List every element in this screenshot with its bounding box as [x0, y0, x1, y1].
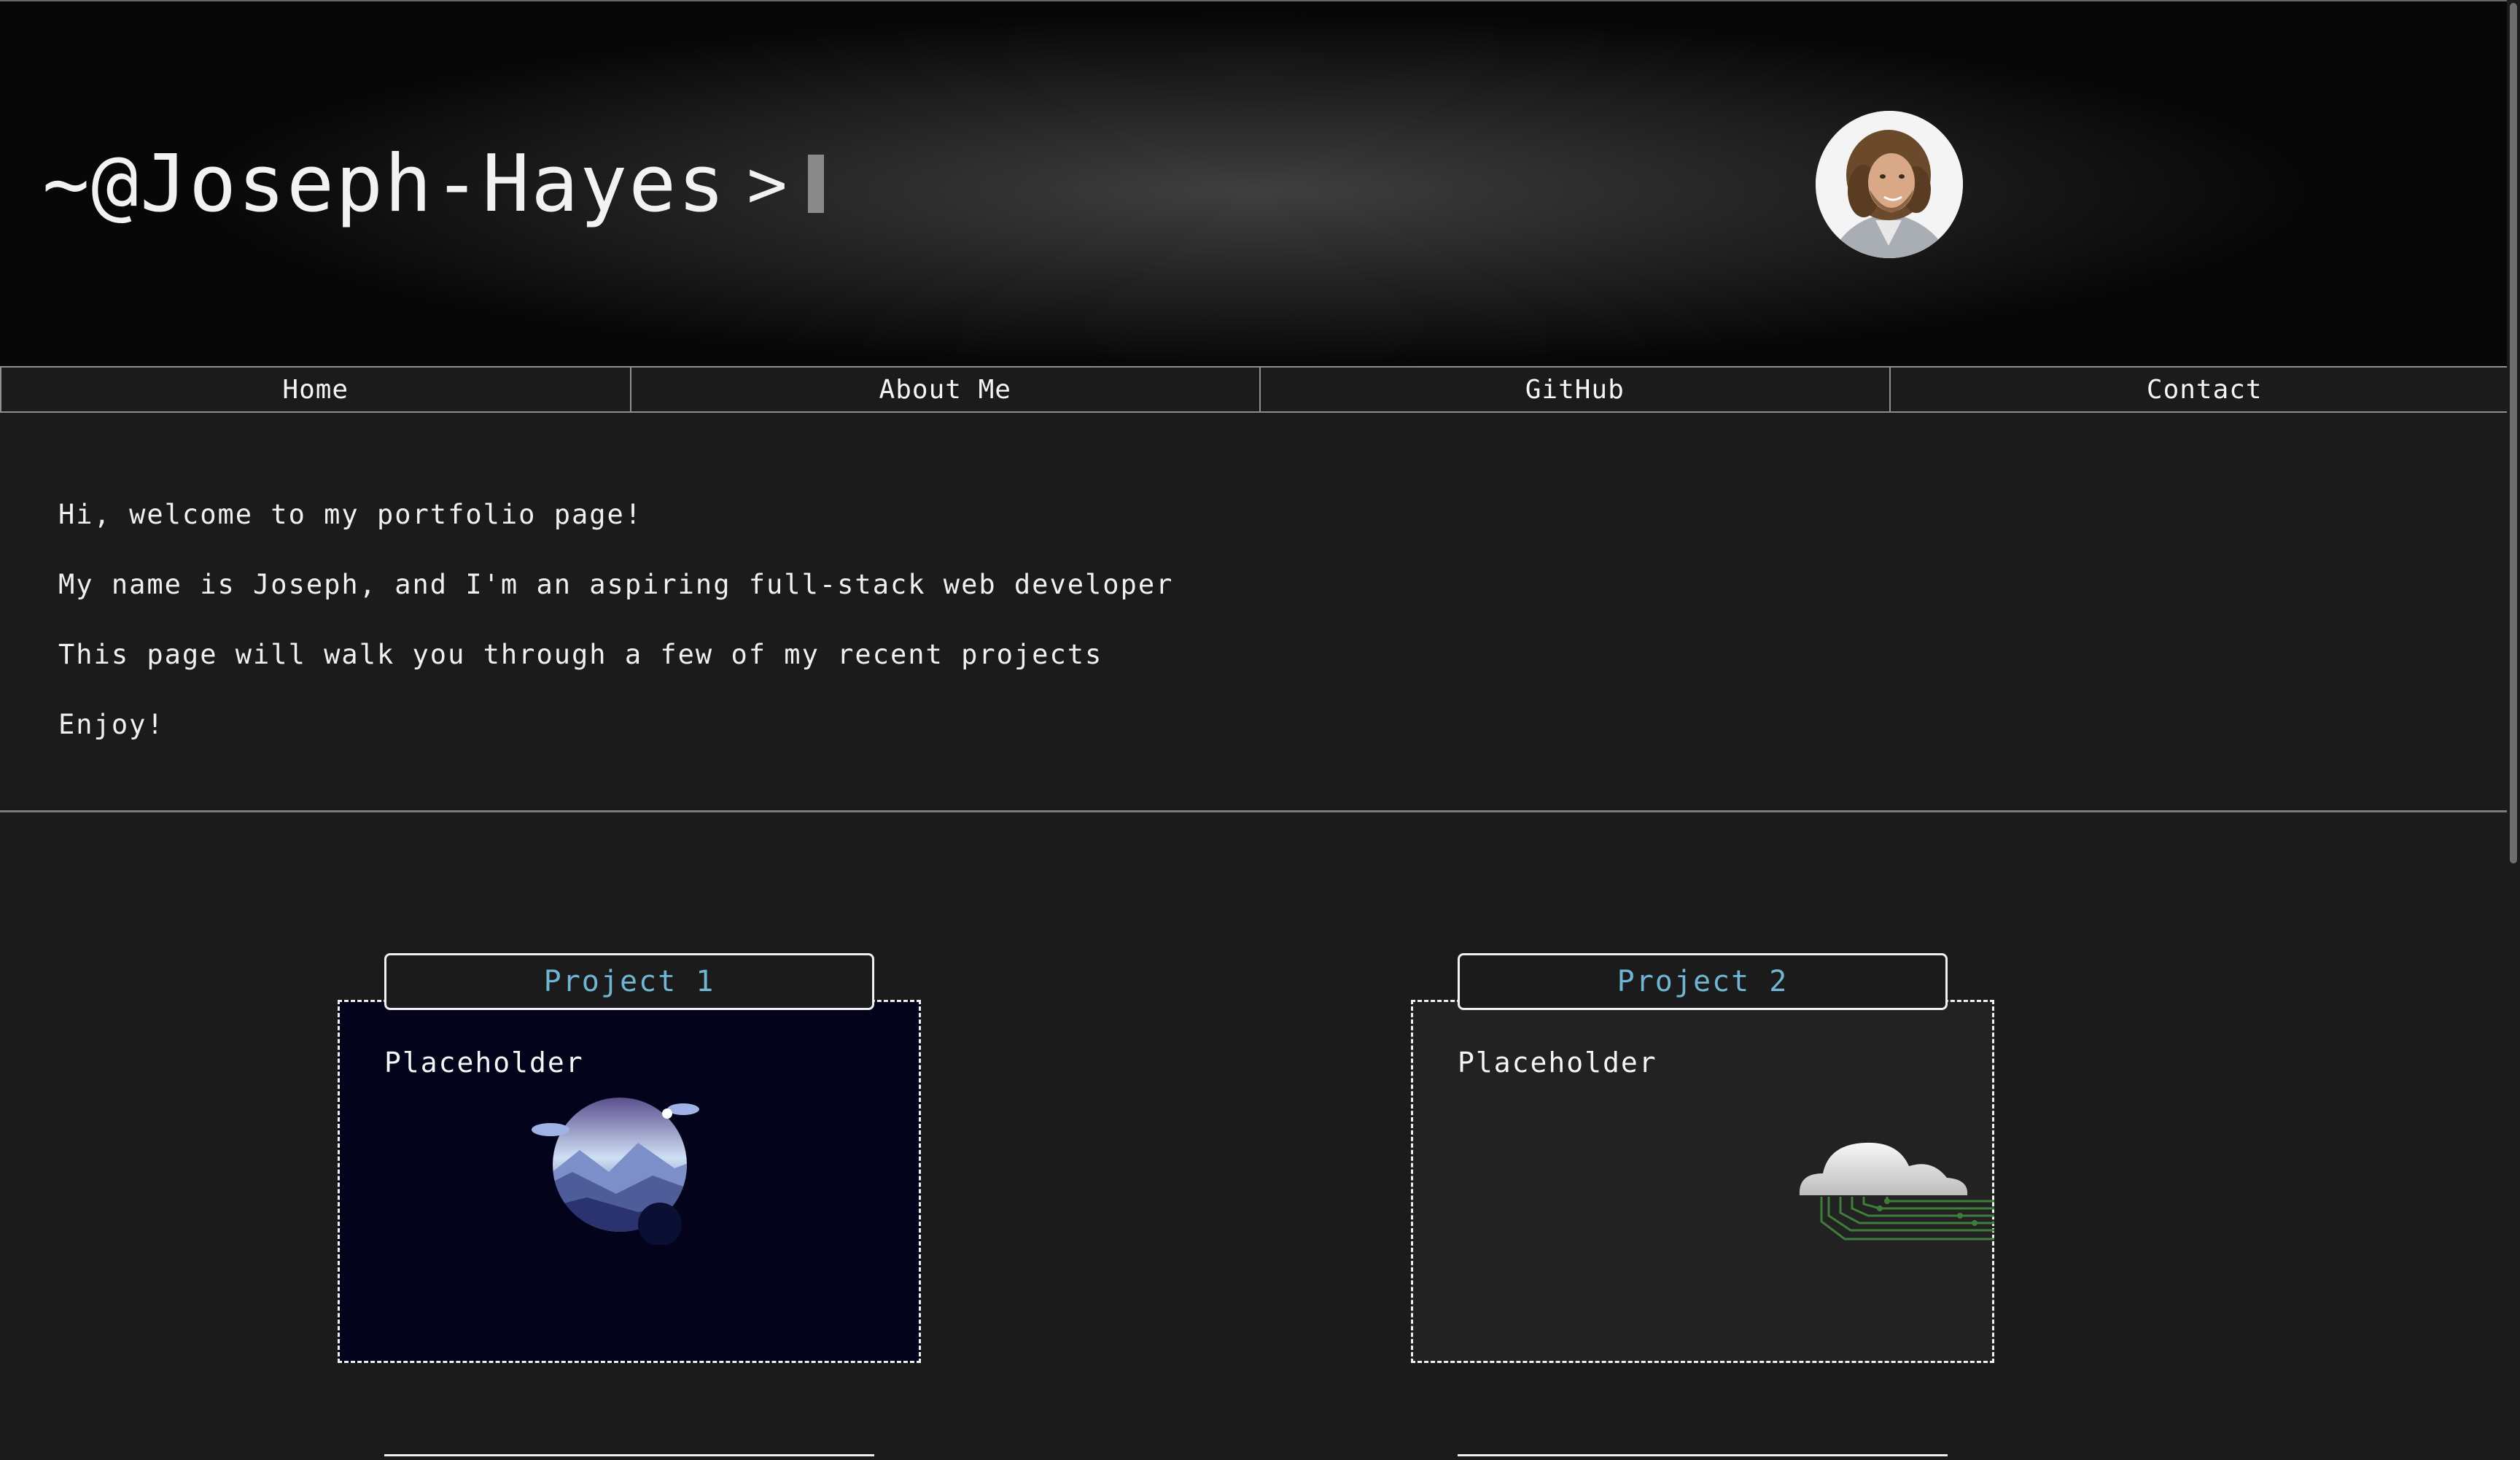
project-title[interactable]: Project 1: [384, 953, 874, 1010]
nav-item-about-me[interactable]: About Me: [629, 368, 1260, 411]
project-card[interactable]: Project 1 Placeholder: [338, 953, 921, 1363]
logo-tilde: ~: [42, 138, 92, 230]
scrollbar-thumb[interactable]: [2510, 3, 2517, 863]
project-card[interactable]: Project 2 Placeholder: [1411, 953, 1994, 1363]
nav-item-home[interactable]: Home: [0, 368, 630, 411]
cursor-block-icon: [807, 155, 824, 213]
site-logo[interactable]: ~ @Joseph-Hayes >: [42, 136, 824, 231]
page: ~ @Joseph-Hayes > Home About Me GitHub C…: [0, 0, 2520, 1460]
scrollbar[interactable]: [2507, 0, 2520, 1460]
nav-item-contact[interactable]: Contact: [1889, 368, 2520, 411]
intro-section: Hi, welcome to my portfolio page! My nam…: [0, 413, 2520, 812]
logo-handle: @Joseph-Hayes: [91, 138, 727, 230]
avatar-photo: [1816, 111, 1963, 258]
project-description: Placeholder: [384, 1047, 584, 1079]
intro-line: Hi, welcome to my portfolio page!: [58, 499, 643, 530]
project-title-partial: [384, 1454, 874, 1460]
logo-prompt: >: [747, 144, 789, 223]
mountain-night-icon: [532, 1098, 699, 1245]
intro-line: Enjoy!: [58, 709, 165, 740]
project-title-partial: [1458, 1454, 1948, 1460]
site-header: ~ @Joseph-Hayes >: [0, 0, 2507, 366]
intro-line: My name is Joseph, and I'm an aspiring f…: [58, 569, 1174, 600]
project-title[interactable]: Project 2: [1458, 953, 1948, 1010]
cloud-circuit-icon: [1799, 1142, 1994, 1240]
avatar: [1816, 111, 1963, 258]
nav-item-github[interactable]: GitHub: [1259, 368, 1889, 411]
project-description: Placeholder: [1458, 1047, 1657, 1079]
intro-line: This page will walk you through a few of…: [58, 639, 1103, 670]
main-nav: Home About Me GitHub Contact: [0, 366, 2520, 413]
